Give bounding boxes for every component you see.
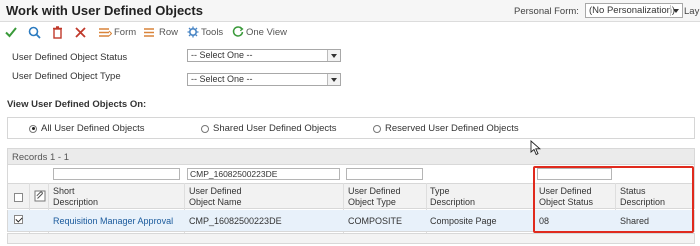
trash-icon (53, 25, 62, 39)
magnifier-icon (28, 26, 41, 39)
col-short-description[interactable]: Short Description (53, 186, 98, 208)
col-type-description[interactable]: Type Description (430, 186, 475, 208)
form-menu-button[interactable]: Form (98, 25, 136, 39)
radio-shared-objects[interactable]: Shared User Defined Objects (201, 123, 337, 134)
one-view-button[interactable]: One View (232, 25, 287, 39)
mouse-cursor-icon (530, 140, 541, 156)
select-button[interactable] (5, 25, 17, 39)
layout-label[interactable]: Lay (684, 6, 699, 17)
find-button[interactable] (28, 25, 41, 39)
col-object-name-line2: Object Name (189, 197, 242, 207)
radio-all-objects[interactable]: All User Defined Objects (29, 123, 144, 134)
delete-button[interactable] (52, 25, 63, 39)
tools-menu-button[interactable]: Tools (187, 25, 223, 39)
select-all-checkbox[interactable] (14, 193, 23, 202)
radio-reserved-objects-label: Reserved User Defined Objects (385, 123, 519, 134)
cell-object-name: CMP_16082500223DE (189, 216, 282, 226)
qbe-short-description[interactable] (53, 168, 180, 180)
chevron-down-icon (670, 5, 681, 16)
col-short-description-line2: Description (53, 197, 99, 207)
col-object-type-line2: Object Type (348, 197, 396, 207)
type-filter-label: User Defined Object Type (12, 71, 121, 82)
form-menu-icon (99, 27, 112, 37)
form-menu-label: Form (114, 26, 137, 38)
checkmark-icon (5, 27, 17, 38)
one-view-icon (232, 26, 244, 37)
type-filter-select[interactable]: -- Select One -- (187, 73, 341, 86)
col-short-description-line1: Short (53, 186, 75, 196)
one-view-label: One View (246, 26, 288, 38)
grid-header-bar (7, 148, 695, 165)
cell-short-description[interactable]: Requisition Manager Approval (53, 216, 173, 226)
x-icon (75, 26, 86, 38)
qbe-object-name[interactable]: CMP_16082500223DE (187, 168, 340, 180)
attachment-icon (34, 190, 46, 202)
close-button[interactable] (75, 25, 86, 39)
status-filter-value: -- Select One -- (191, 50, 253, 60)
toolbar: Form Row Tools One View (0, 22, 700, 42)
col-object-type[interactable]: User Defined Object Type (348, 186, 401, 208)
chevron-down-icon (327, 74, 340, 85)
row-menu-icon (144, 27, 154, 37)
type-filter-value: -- Select One -- (191, 74, 253, 84)
radio-unselected-icon (373, 124, 381, 133)
records-count: Records 1 - 1 (12, 152, 70, 163)
radio-unselected-icon (201, 124, 209, 133)
qbe-object-type[interactable] (346, 168, 423, 180)
row-select-checkbox[interactable] (14, 215, 23, 224)
tools-menu-label: Tools (201, 26, 224, 38)
window-title: Work with User Defined Objects (6, 3, 203, 18)
view-options-group: All User Defined Objects Shared User Def… (7, 117, 695, 139)
radio-shared-objects-label: Shared User Defined Objects (213, 123, 337, 134)
horizontal-scrollbar[interactable] (7, 233, 695, 244)
radio-selected-icon (29, 124, 37, 133)
col-object-name-line1: User Defined (189, 186, 242, 196)
status-filter-label: User Defined Object Status (12, 52, 128, 63)
row-menu-label: Row (159, 26, 179, 38)
chevron-down-icon (327, 50, 340, 61)
radio-reserved-objects[interactable]: Reserved User Defined Objects (373, 123, 519, 134)
personal-form-label: Personal Form: (514, 6, 579, 17)
radio-all-objects-label: All User Defined Objects (41, 123, 145, 134)
cell-object-type: COMPOSITE (348, 216, 403, 226)
row-menu-button[interactable]: Row (143, 25, 178, 39)
col-object-name[interactable]: User Defined Object Name (189, 186, 242, 208)
col-type-description-line2: Description (430, 197, 476, 207)
col-object-type-line1: User Defined (348, 186, 401, 196)
cell-type-description: Composite Page (430, 216, 497, 226)
status-filter-select[interactable]: -- Select One -- (187, 49, 341, 62)
highlight-annotation-box (533, 166, 694, 233)
col-type-description-line1: Type (430, 186, 450, 196)
gear-icon (187, 26, 199, 38)
personal-form-select[interactable]: (No Personalization) (585, 3, 683, 18)
personal-form-value: (No Personalization) (589, 5, 676, 16)
view-options-label: View User Defined Objects On: (7, 99, 147, 110)
